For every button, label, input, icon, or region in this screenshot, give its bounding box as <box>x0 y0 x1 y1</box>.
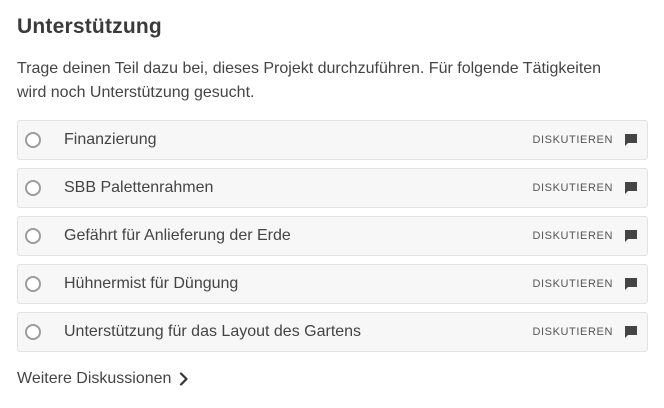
discuss-label: DISKUTIEREN <box>532 230 613 242</box>
chat-bubble-icon <box>625 182 637 194</box>
chat-bubble-icon <box>625 278 637 290</box>
discuss-button[interactable]: DISKUTIEREN <box>532 181 638 195</box>
task-item-sbb-palettenrahmen: SBB Palettenrahmen DISKUTIEREN <box>17 168 648 208</box>
chat-bubble-icon <box>625 326 637 338</box>
discuss-label: DISKUTIEREN <box>532 278 613 290</box>
discuss-button[interactable]: DISKUTIEREN <box>532 133 638 147</box>
task-label: Unterstützung für das Layout des Gartens <box>64 323 362 340</box>
discuss-label: DISKUTIEREN <box>532 182 613 194</box>
task-item-layout-garten: Unterstützung für das Layout des Gartens… <box>17 312 648 352</box>
task-radio[interactable] <box>25 276 41 292</box>
task-list: Finanzierung DISKUTIEREN SBB Palettenrah… <box>17 120 648 360</box>
task-item-finanzierung: Finanzierung DISKUTIEREN <box>17 120 648 160</box>
section-title: Unterstützung <box>17 15 162 38</box>
task-radio[interactable] <box>25 324 41 340</box>
task-label: SBB Palettenrahmen <box>64 179 214 196</box>
discuss-button[interactable]: DISKUTIEREN <box>532 277 638 291</box>
more-discussions-label: Weitere Diskussionen <box>17 370 172 387</box>
more-discussions-link[interactable]: Weitere Diskussionen <box>17 370 189 388</box>
task-radio[interactable] <box>25 228 41 244</box>
task-radio[interactable] <box>25 180 41 196</box>
task-label: Finanzierung <box>64 131 157 148</box>
discuss-button[interactable]: DISKUTIEREN <box>532 325 638 339</box>
section-description: Trage deinen Teil dazu bei, dieses Proje… <box>17 60 602 101</box>
chat-bubble-icon <box>625 230 637 242</box>
discuss-label: DISKUTIEREN <box>532 134 613 146</box>
discuss-button[interactable]: DISKUTIEREN <box>532 229 638 243</box>
task-label: Hühnermist für Düngung <box>64 275 239 292</box>
task-item-huehnermist: Hühnermist für Düngung DISKUTIEREN <box>17 264 648 304</box>
chat-bubble-icon <box>625 134 637 146</box>
discuss-label: DISKUTIEREN <box>532 326 613 338</box>
task-radio[interactable] <box>25 132 41 148</box>
task-label: Gefährt für Anlieferung der Erde <box>64 227 291 244</box>
task-item-gefaehrt: Gefährt für Anlieferung der Erde DISKUTI… <box>17 216 648 256</box>
chevron-right-icon <box>180 372 189 386</box>
